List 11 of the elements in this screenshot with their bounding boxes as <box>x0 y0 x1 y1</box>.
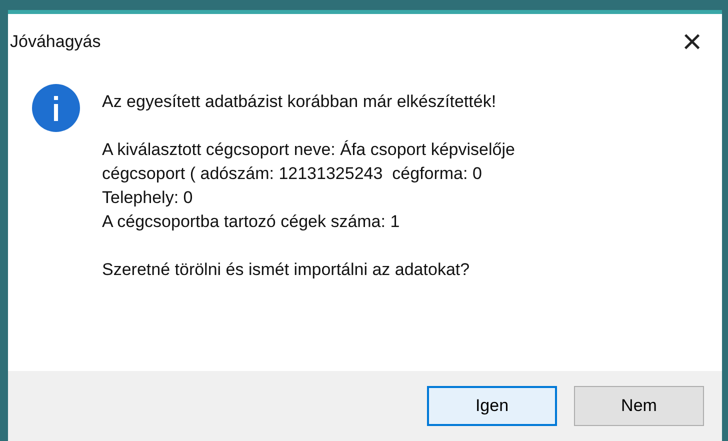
message-text: Telephely: 0 <box>102 187 194 209</box>
info-icon <box>32 84 80 132</box>
window-title: Jóváhagyás <box>10 31 101 54</box>
message-text: A cégcsoportba tartozó cégek száma: 1 <box>102 211 401 233</box>
message-text: cégcsoport ( adószám: 12131325243 cégforma: 0 <box>102 163 483 185</box>
close-button[interactable]: × <box>682 25 702 59</box>
dialog-button[interactable]: Igen <box>427 386 557 426</box>
message-text: Szeretné törölni és ismét importálni az adatokat? <box>102 259 471 281</box>
dialog-button[interactable]: Nem <box>574 386 704 426</box>
message-text: A kiválasztott cégcsoport neve: Áfa csoport képviselője <box>102 139 515 161</box>
message-text: Az egyesített adatbázist korábban már elkészítették! <box>102 91 498 113</box>
